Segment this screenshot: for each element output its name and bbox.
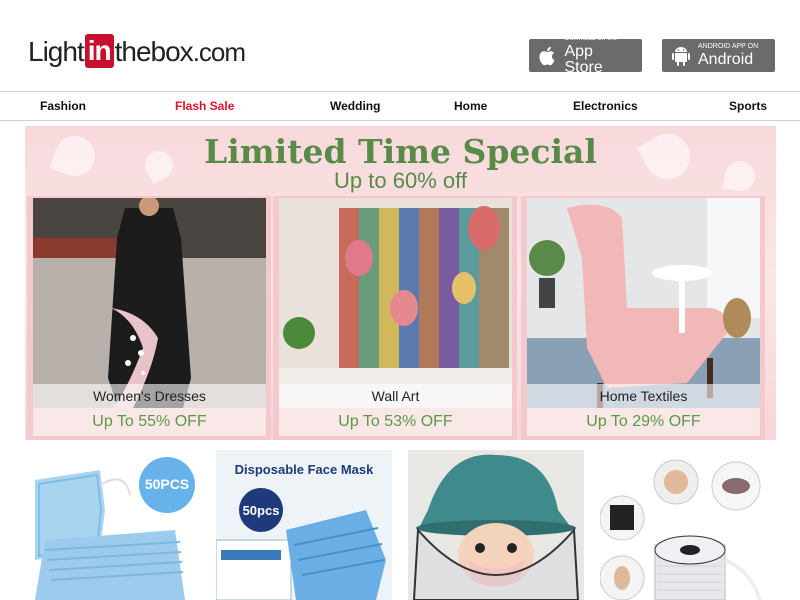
logo-light: Light	[28, 36, 85, 67]
app-store-small-label: Download on the	[564, 35, 618, 42]
wall-art-image	[279, 198, 512, 408]
count-badge: 50PCS	[144, 476, 190, 492]
elastic-band-image	[600, 450, 776, 600]
promo-card-womens-dresses[interactable]: Women's Dresses Up To 55% OFF	[27, 196, 271, 440]
card-label: Women's Dresses	[33, 384, 266, 408]
nav-fashion[interactable]: Fashion	[40, 99, 86, 113]
product-tile-elastic-band[interactable]	[600, 450, 776, 600]
card-discount: Up To 53% OFF	[279, 408, 512, 436]
blue-mask-image	[25, 450, 201, 600]
home-textiles-image	[527, 198, 760, 408]
logo-thebox: thebox	[114, 36, 194, 67]
promo-card-home-textiles[interactable]: Home Textiles Up To 29% OFF	[521, 196, 765, 440]
banner-title: Limited Time Special	[204, 132, 597, 171]
kids-face-shield-image	[408, 450, 584, 600]
product-title: Disposable Face Mask	[234, 462, 374, 477]
card-discount: Up To 55% OFF	[33, 408, 266, 436]
nav-home[interactable]: Home	[454, 99, 487, 113]
app-store-label: App Store	[564, 43, 603, 76]
promo-banner[interactable]: Limited Time Special Up to 60% off Women…	[25, 126, 776, 440]
product-tile-blue-masks[interactable]: 50PCS	[25, 450, 201, 600]
nav-flash-sale[interactable]: Flash Sale	[175, 99, 234, 113]
android-label: Android	[698, 51, 754, 68]
product-tile-kids-face-shield[interactable]	[408, 450, 584, 600]
card-label: Home Textiles	[527, 384, 760, 408]
apple-icon	[537, 45, 558, 67]
nav-electronics[interactable]: Electronics	[573, 99, 638, 113]
card-discount: Up To 29% OFF	[527, 408, 760, 436]
count-badge: 50pcs	[242, 503, 280, 518]
android-small-label: ANDROID APP ON	[698, 43, 759, 50]
product-tile-disposable-mask[interactable]: Disposable Face Mask 50pcs	[216, 450, 392, 600]
logo-dotcom: .com	[192, 37, 246, 67]
nav-wedding[interactable]: Wedding	[330, 99, 380, 113]
promo-card-wall-art[interactable]: Wall Art Up To 53% OFF	[273, 196, 517, 440]
category-nav: Fashion Flash Sale Wedding Home Electron…	[0, 91, 800, 121]
nav-sports[interactable]: Sports	[729, 99, 767, 113]
site-logo[interactable]: Light in thebox .com	[28, 34, 246, 68]
android-icon	[670, 45, 692, 67]
logo-in: in	[84, 34, 114, 68]
card-label: Wall Art	[279, 384, 512, 408]
android-button[interactable]: ANDROID APP ON Android	[662, 39, 775, 72]
banner-subtitle: Up to 60% off	[334, 168, 467, 193]
womens-dresses-image	[33, 198, 266, 408]
site-header: Light in thebox .com Download on the App St…	[0, 0, 800, 90]
app-store-button[interactable]: Download on the App Store	[529, 35, 642, 76]
